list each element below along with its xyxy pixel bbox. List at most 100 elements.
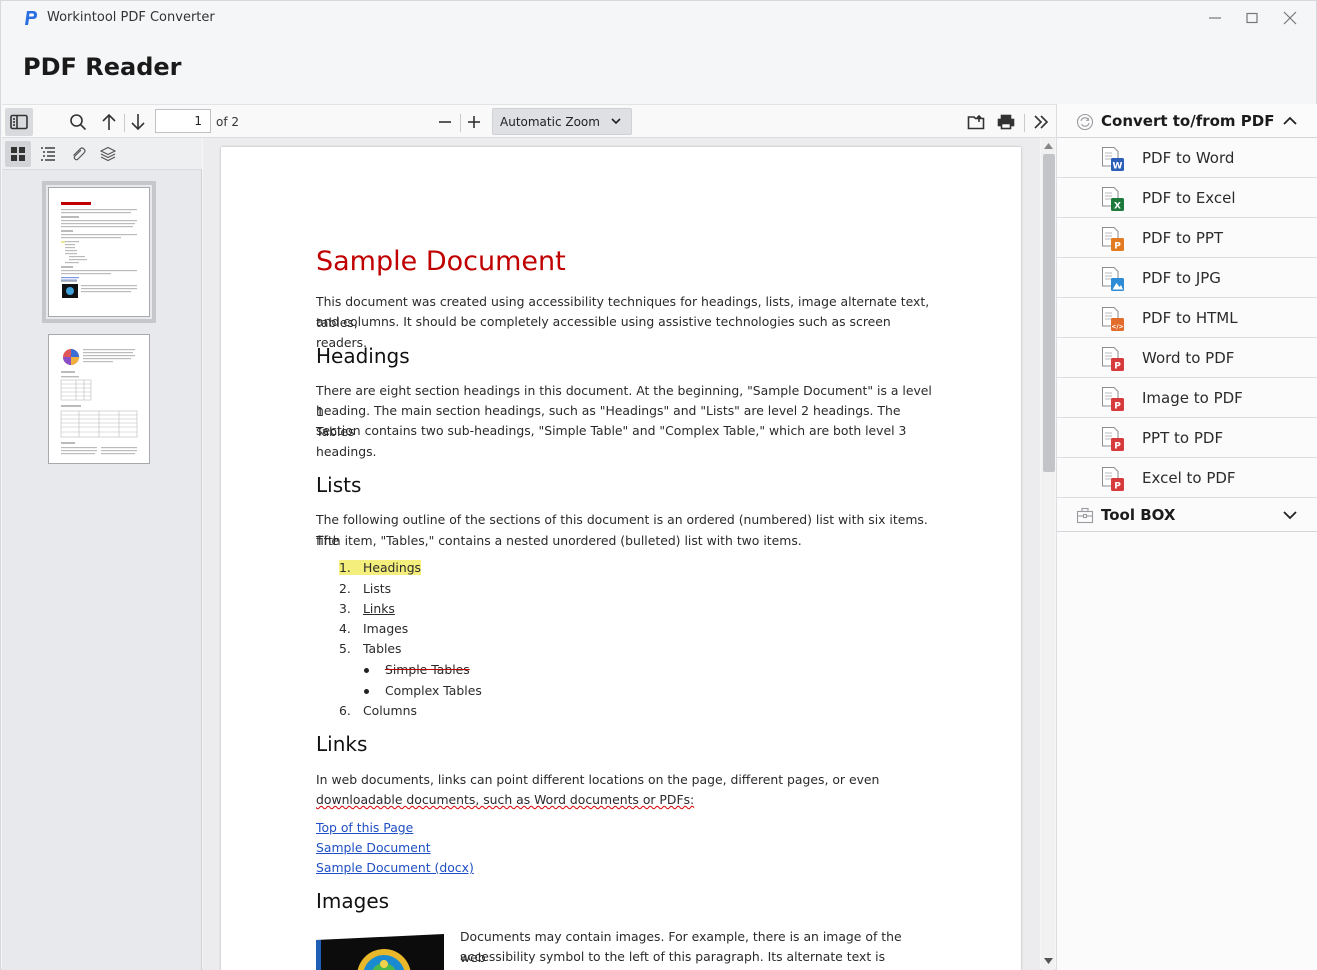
web-accessibility-icon	[316, 934, 444, 970]
zoom-select[interactable]: Automatic Zoom	[492, 108, 632, 135]
pdf-to-ppt-option[interactable]: P PDF to PPT	[1057, 218, 1317, 258]
badge-letter: </>	[1111, 324, 1123, 331]
double-chevron-right-icon	[1034, 115, 1049, 129]
plus-icon	[468, 116, 480, 128]
option-label: Word to PDF	[1142, 349, 1235, 367]
tools-menu-button[interactable]	[1027, 108, 1055, 136]
lists-line-2: fifth item, "Tables," contains a nested …	[316, 533, 802, 548]
zoom-out-button[interactable]	[431, 108, 459, 136]
links-line-2: downloadable documents, such as Word doc…	[316, 792, 695, 807]
badge-letter: P	[1114, 482, 1121, 492]
headings-section-title: Headings	[316, 344, 410, 368]
link-sample-document[interactable]: Sample Document	[316, 840, 431, 855]
paperclip-icon	[73, 147, 86, 161]
page-thumbnail-1[interactable]	[42, 181, 156, 323]
ppt-to-pdf-icon: P	[1102, 427, 1124, 452]
page-number-input[interactable]	[155, 109, 211, 133]
app-window: Workintool PDF Converter PDF Reader of 2	[0, 0, 1317, 970]
open-file-button[interactable]	[962, 108, 990, 136]
link-top-of-page[interactable]: Top of this Page	[316, 820, 413, 835]
vertical-scrollbar[interactable]	[1041, 138, 1055, 970]
tab-layers[interactable]	[95, 141, 121, 167]
images-line-2: accessibility symbol to the left of this…	[460, 949, 886, 970]
list-item: 1. Headings	[339, 560, 422, 575]
convert-panel: Convert to/from PDF W PDF to Word X PDF to …	[1056, 104, 1317, 970]
search-icon	[70, 114, 87, 131]
print-button[interactable]	[992, 108, 1020, 136]
sub-list-item: Complex Tables	[364, 683, 482, 698]
page-2-preview	[60, 349, 138, 455]
links-section-title: Links	[316, 732, 368, 756]
pdf-to-word-icon: W	[1102, 147, 1124, 172]
pdf-to-html-option[interactable]: </> PDF to HTML	[1057, 298, 1317, 338]
pdf-to-html-icon: </>	[1102, 307, 1124, 331]
close-icon	[1283, 11, 1297, 25]
badge-letter: P	[1114, 242, 1121, 252]
toggle-sidebar-button[interactable]	[5, 108, 33, 136]
document-viewer[interactable]: Sample Document This document was create…	[203, 138, 1040, 970]
maximize-button[interactable]	[1234, 5, 1270, 31]
next-page-button[interactable]	[124, 108, 152, 136]
chevron-up-icon	[1283, 116, 1297, 125]
pdf-page-1: Sample Document This document was create…	[221, 147, 1021, 970]
pdf-to-jpg-option[interactable]: PDF to JPG	[1057, 258, 1317, 298]
option-label: PDF to Excel	[1142, 189, 1236, 207]
pdf-to-excel-option[interactable]: X PDF to Excel	[1057, 178, 1317, 218]
highlighted-list-item: 1. Headings	[339, 560, 422, 575]
scroll-up-arrow-icon[interactable]	[1044, 143, 1053, 149]
minus-icon	[439, 121, 451, 123]
accessibility-symbol-image	[316, 934, 444, 970]
badge-letter: P	[1114, 442, 1121, 452]
image-to-pdf-option[interactable]: P Image to PDF	[1057, 378, 1317, 418]
scroll-down-arrow-icon[interactable]	[1044, 958, 1053, 964]
find-button[interactable]	[64, 108, 92, 136]
option-label: PDF to JPG	[1142, 269, 1221, 287]
ppt-to-pdf-option[interactable]: P PPT to PDF	[1057, 418, 1317, 458]
sidebar-toggle-icon	[10, 114, 28, 130]
page-thumbnail-2[interactable]	[48, 334, 150, 464]
tab-outline[interactable]	[35, 141, 61, 167]
minimize-icon	[1209, 17, 1221, 19]
toolbox-section-title: Tool BOX	[1101, 505, 1176, 524]
app-title: Workintool PDF Converter	[47, 10, 215, 25]
page-count-label: of 2	[216, 115, 240, 129]
tab-thumbnails[interactable]	[5, 141, 31, 167]
convert-icon	[1076, 113, 1094, 131]
word-to-pdf-option[interactable]: P Word to PDF	[1057, 338, 1317, 378]
layers-icon	[100, 146, 116, 162]
scrollbar-thumb[interactable]	[1043, 154, 1055, 472]
images-section-title: Images	[316, 889, 390, 913]
tab-attachments[interactable]	[65, 141, 91, 167]
convert-section-title: Convert to/from PDF	[1101, 111, 1275, 130]
option-label: Image to PDF	[1142, 389, 1243, 407]
pdf-to-excel-icon: X	[1102, 187, 1124, 212]
lists-section-title: Lists	[316, 473, 362, 497]
arrow-up-icon	[102, 113, 116, 130]
pdf-to-word-option[interactable]: W PDF to Word	[1057, 138, 1317, 178]
list-item: 5. Tables	[339, 641, 402, 656]
toolbox-section-header[interactable]: Tool BOX	[1057, 498, 1317, 532]
excel-to-pdf-option[interactable]: P Excel to PDF	[1057, 458, 1317, 498]
badge-letter: P	[1114, 402, 1121, 412]
document-title: Sample Document	[316, 246, 566, 277]
minimize-button[interactable]	[1197, 5, 1233, 31]
option-label: Excel to PDF	[1142, 469, 1236, 487]
pdf-to-ppt-icon: P	[1102, 227, 1124, 252]
zoom-in-button[interactable]	[460, 108, 488, 136]
thumbnail-sidebar	[2, 138, 202, 970]
option-label: PDF to PPT	[1142, 229, 1224, 247]
close-button[interactable]	[1272, 5, 1308, 31]
links-line-1: In web documents, links can point differ…	[316, 772, 880, 787]
toolbar-divider	[1024, 114, 1025, 132]
link-sample-document-docx[interactable]: Sample Document (docx)	[316, 860, 474, 875]
zoom-select-value: Automatic Zoom	[500, 114, 600, 129]
sub-list-item: Simple Tables	[364, 662, 470, 677]
badge-letter: W	[1113, 162, 1123, 172]
convert-section-header[interactable]: Convert to/from PDF	[1057, 104, 1317, 138]
printer-icon	[997, 114, 1015, 130]
word-to-pdf-icon: P	[1102, 347, 1124, 372]
badge-letter: P	[1114, 362, 1121, 372]
headings-line-3: section contains two sub-headings, "Simp…	[316, 423, 907, 438]
page-1-preview	[61, 202, 137, 298]
previous-page-button[interactable]	[95, 108, 123, 136]
